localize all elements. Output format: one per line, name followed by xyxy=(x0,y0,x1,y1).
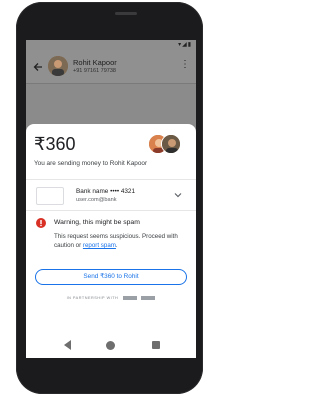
nav-back-icon[interactable] xyxy=(64,340,72,350)
bank-account-selector[interactable]: Bank name •••• 4321 user.com@bank xyxy=(26,179,196,211)
partner-logo-1 xyxy=(122,296,137,300)
partner-logo-2 xyxy=(141,296,156,300)
avatar-stack xyxy=(148,134,188,154)
contact-phone: +91 97161 79738 xyxy=(73,68,116,74)
status-bar: ▾◢▮ xyxy=(26,40,196,50)
partnership-footer: IN PARTNERSHIP WITH xyxy=(26,294,196,302)
warning-message: This request seems suspicious. Proceed w… xyxy=(54,232,190,250)
arrow-back-icon[interactable] xyxy=(32,61,44,73)
avatar-photo-icon xyxy=(48,56,68,76)
contact-avatar[interactable] xyxy=(48,56,68,76)
warning-icon xyxy=(36,218,46,228)
report-spam-link[interactable]: report spam xyxy=(83,242,116,249)
phone-screen: ▾◢▮ Rohit Kapoor +91 97161 79738 ⋮ ₹360 xyxy=(26,40,196,358)
status-icons: ▾◢▮ xyxy=(178,42,192,48)
speaker-grille xyxy=(115,12,137,15)
recipient-photo-icon xyxy=(162,135,180,153)
system-nav-bar xyxy=(26,332,196,358)
payment-amount: ₹360 xyxy=(34,134,76,154)
bank-logo xyxy=(36,187,64,205)
sending-description: You are sending money to Rohit Kapoor xyxy=(34,160,148,167)
recipient-avatar xyxy=(161,134,181,154)
partnership-text: IN PARTNERSHIP WITH xyxy=(66,296,119,300)
nav-recents-icon[interactable] xyxy=(152,341,160,349)
nav-home-icon[interactable] xyxy=(106,341,115,350)
warning-title: Warning, this might be spam xyxy=(54,219,140,226)
bank-name: Bank name •••• 4321 xyxy=(76,188,136,195)
chevron-down-icon[interactable] xyxy=(174,192,182,198)
send-money-button[interactable]: Send ₹360 to Rohit xyxy=(35,269,187,285)
more-options-icon[interactable]: ⋮ xyxy=(180,60,190,70)
payment-sheet: ₹360 You are sending money to Rohit Kapo… xyxy=(26,124,196,332)
warning-body-suffix: . xyxy=(115,242,118,249)
bank-upi-id: user.com@bank xyxy=(76,197,117,203)
contact-name: Rohit Kapoor xyxy=(73,58,117,67)
app-bar: Rohit Kapoor +91 97161 79738 ⋮ xyxy=(26,50,196,84)
